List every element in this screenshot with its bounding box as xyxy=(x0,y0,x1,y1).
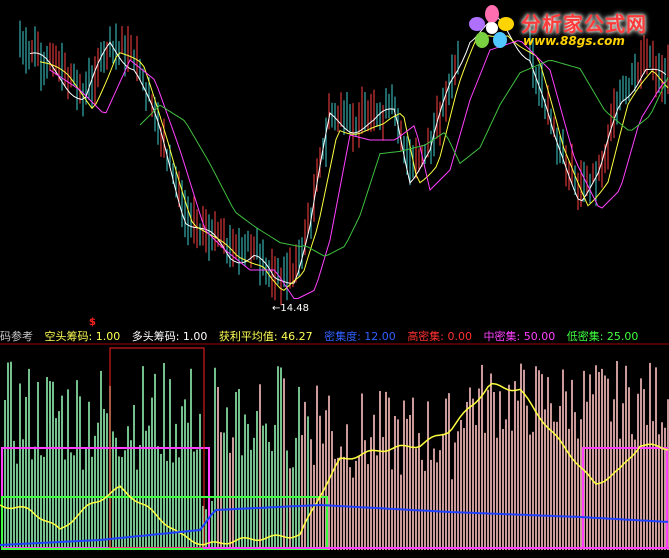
density-value: 密集度: 12.00 xyxy=(324,330,396,343)
logo-brand-text: 分析家公式网 xyxy=(521,12,647,36)
high-density-value: 高密集: 0.00 xyxy=(407,330,473,343)
indicator-title: 码参考 xyxy=(0,330,33,343)
stock-chart-canvas xyxy=(0,0,669,558)
bull-chips-value: 多头筹码: 1.00 xyxy=(131,330,208,343)
profit-average-value: 获利平均值: 46.27 xyxy=(218,330,313,343)
bear-chips-value: 空头筹码: 1.00 xyxy=(44,330,121,343)
mid-density-value: 中密集: 50.00 xyxy=(483,330,556,343)
site-logo: 分析家公式网 www.88gs.com xyxy=(467,4,663,50)
low-density-value: 低密集: 25.00 xyxy=(566,330,639,343)
signal-marker: $ xyxy=(89,317,96,328)
logo-url-text: www.88gs.com xyxy=(523,34,625,48)
indicator-info-bar: 码参考 空头筹码: 1.00 多头筹码: 1.00 获利平均值: 46.27 密… xyxy=(0,328,669,344)
flower-logo-icon xyxy=(469,5,514,48)
low-price-annotation: ←14.48 xyxy=(272,303,310,314)
